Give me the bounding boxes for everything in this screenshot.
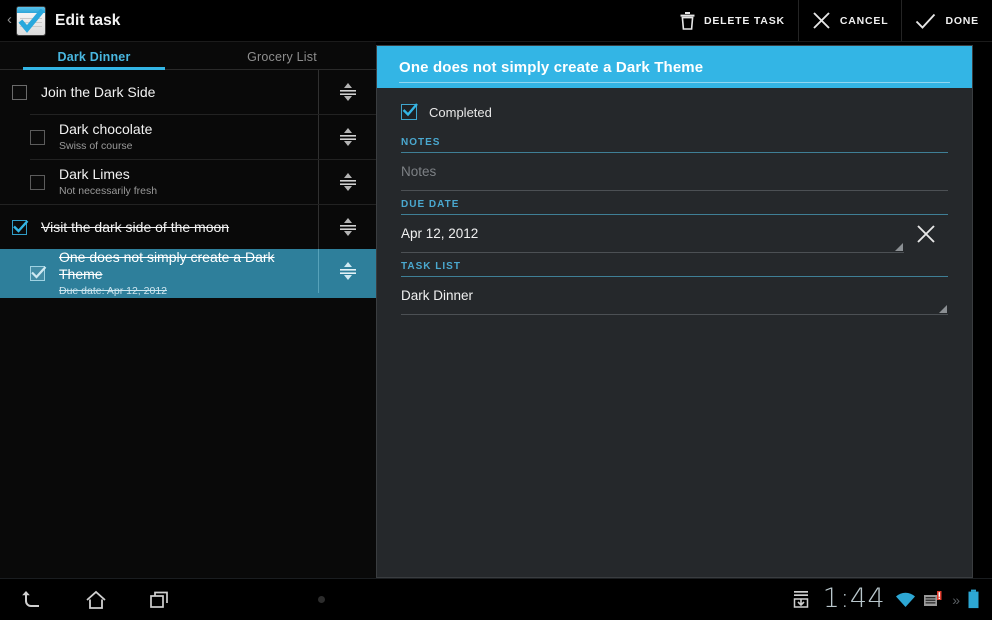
list-item[interactable]: Join the Dark Side <box>0 70 376 114</box>
check-icon <box>11 217 30 236</box>
list-item-title: Join the Dark Side <box>41 84 310 101</box>
list-item-texts: One does not simply create a Dark Theme … <box>59 249 318 298</box>
trash-icon <box>680 12 695 30</box>
task-checkbox[interactable] <box>30 130 45 145</box>
task-checkbox[interactable] <box>30 175 45 190</box>
task-checkbox[interactable] <box>30 266 45 281</box>
list-item-texts: Dark chocolate Swiss of course <box>59 121 318 153</box>
list-item-title: Dark chocolate <box>59 121 310 138</box>
task-list-pane: Dark Dinner Grocery List Join the Dark S… <box>0 42 376 578</box>
notes-input[interactable]: Notes <box>401 153 948 191</box>
action-bar-actions: DELETE TASK CANCEL DONE <box>667 0 992 41</box>
check-icon <box>915 12 936 30</box>
list-item-title: Visit the dark side of the moon <box>41 219 310 236</box>
list-item-texts: Dark Limes Not necessarily fresh <box>59 166 318 198</box>
reorder-icon <box>335 214 361 240</box>
tab-grocery-list[interactable]: Grocery List <box>188 50 376 69</box>
check-icon <box>29 263 48 282</box>
back-button[interactable] <box>0 579 64 620</box>
list-item-texts: Visit the dark side of the moon <box>41 219 318 236</box>
detail-title-field[interactable]: One does not simply create a Dark Theme <box>377 46 972 88</box>
drag-handle[interactable] <box>318 70 376 114</box>
clear-due-date-button[interactable] <box>904 223 948 245</box>
list-item-title: One does not simply create a Dark Theme <box>59 249 310 283</box>
notes-placeholder: Notes <box>401 164 436 179</box>
battery-icon <box>967 589 980 610</box>
recents-icon <box>147 588 173 612</box>
due-date-section-label: DUE DATE <box>401 191 948 214</box>
spinner-caret-icon <box>939 305 947 313</box>
action-bar-left: ‹ Edit task <box>0 0 121 41</box>
drag-handle[interactable] <box>318 249 376 293</box>
task-list-spinner[interactable]: Dark Dinner <box>401 277 948 315</box>
done-label: DONE <box>945 15 979 27</box>
list-item[interactable]: Visit the dark side of the moon <box>0 205 376 249</box>
drag-handle[interactable] <box>318 205 376 249</box>
task-list-section-label: TASK LIST <box>401 253 948 276</box>
spinner-caret-icon <box>895 243 903 251</box>
list-item-texts: Join the Dark Side <box>41 84 318 101</box>
task-checkbox[interactable] <box>12 85 27 100</box>
drag-handle[interactable] <box>318 160 376 204</box>
keyboard-alert-icon <box>923 590 943 609</box>
notes-section-label: NOTES <box>401 129 948 152</box>
list-item-subtitle: Due date: Apr 12, 2012 <box>59 284 310 298</box>
completed-row[interactable]: Completed <box>401 95 948 129</box>
home-button[interactable] <box>64 579 128 620</box>
cancel-button[interactable]: CANCEL <box>798 0 902 41</box>
reorder-icon <box>335 124 361 150</box>
check-icon <box>400 100 420 120</box>
back-icon <box>19 588 45 612</box>
system-bar: 1:44 » <box>0 578 992 620</box>
delete-task-button[interactable]: DELETE TASK <box>667 0 798 41</box>
tab-dark-dinner[interactable]: Dark Dinner <box>0 50 188 69</box>
status-clock: 1:44 <box>819 585 889 615</box>
drag-handle[interactable] <box>318 115 376 159</box>
close-icon <box>812 11 831 30</box>
close-icon <box>915 223 937 245</box>
due-date-value: Apr 12, 2012 <box>401 226 478 241</box>
task-detail-pane: One does not simply create a Dark Theme … <box>376 45 973 578</box>
list-item-subtitle: Not necessarily fresh <box>59 184 310 198</box>
done-button[interactable]: DONE <box>901 0 992 41</box>
list-item[interactable]: Dark Limes Not necessarily fresh <box>0 160 376 204</box>
due-date-row: Apr 12, 2012 <box>401 215 948 253</box>
more-chevrons-icon[interactable]: » <box>950 592 960 608</box>
delete-task-label: DELETE TASK <box>704 15 785 27</box>
download-icon <box>790 589 812 611</box>
wifi-icon <box>895 591 916 609</box>
recents-button[interactable] <box>128 579 192 620</box>
status-icons[interactable]: 1:44 » <box>790 585 992 615</box>
task-checkbox[interactable] <box>12 220 27 235</box>
due-date-spinner[interactable]: Apr 12, 2012 <box>401 215 904 253</box>
reorder-icon <box>335 169 361 195</box>
list-item-subtitle: Swiss of course <box>59 139 310 153</box>
task-list-value: Dark Dinner <box>401 288 473 303</box>
list-item-title: Dark Limes <box>59 166 310 183</box>
list-item[interactable]: One does not simply create a Dark Theme … <box>0 249 376 298</box>
page-title: Edit task <box>55 12 121 30</box>
back-caret-icon[interactable]: ‹ <box>4 12 15 29</box>
app-screen: ‹ Edit task DELETE TASK CANCEL <box>0 0 992 620</box>
action-bar: ‹ Edit task DELETE TASK CANCEL <box>0 0 992 42</box>
notepad-check-icon[interactable] <box>17 7 45 35</box>
reorder-icon <box>335 258 361 284</box>
completed-label: Completed <box>429 105 492 120</box>
tab-bar: Dark Dinner Grocery List <box>0 42 376 70</box>
center-dot-indicator <box>318 596 325 603</box>
detail-title-text: One does not simply create a Dark Theme <box>399 59 703 76</box>
completed-checkbox[interactable] <box>401 104 417 120</box>
list-item[interactable]: Dark chocolate Swiss of course <box>0 115 376 159</box>
detail-body: Completed NOTES Notes DUE DATE Apr 12, 2… <box>377 95 972 315</box>
cancel-label: CANCEL <box>840 15 889 27</box>
home-icon <box>83 588 109 612</box>
reorder-icon <box>335 79 361 105</box>
